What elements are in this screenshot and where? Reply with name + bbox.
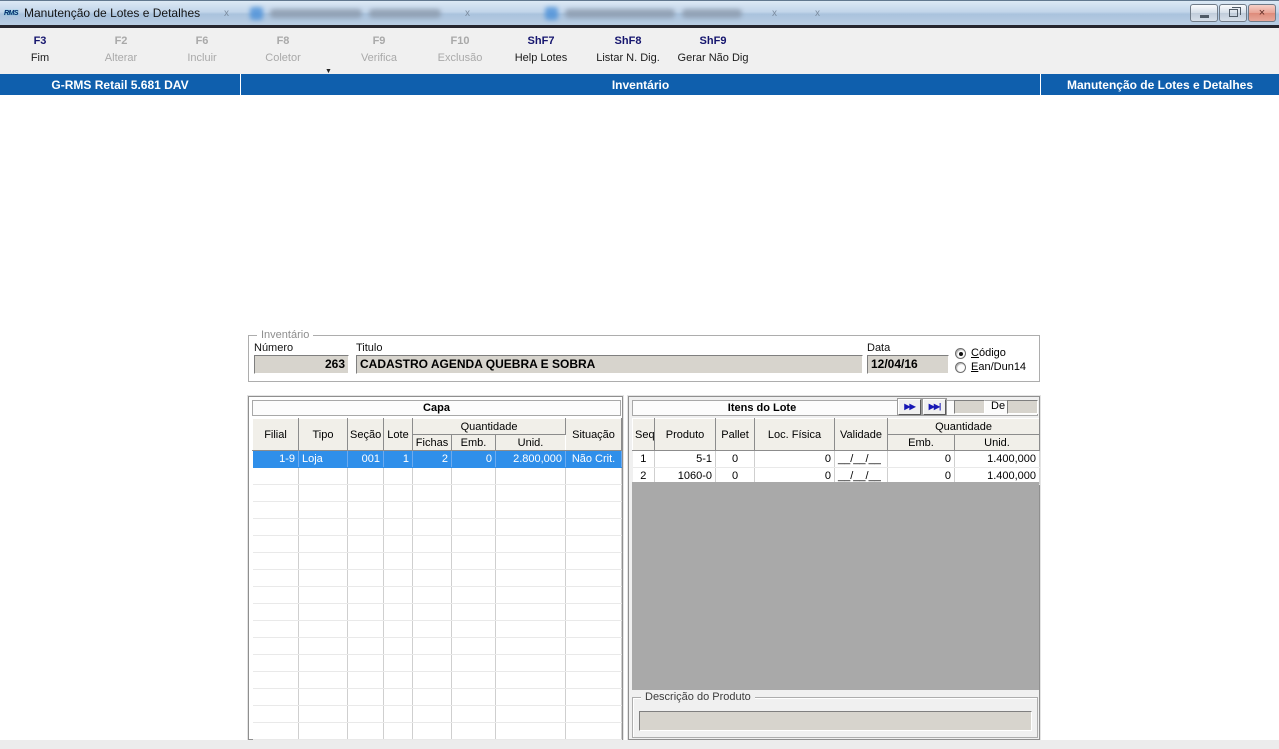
itens-col-seq[interactable]: Seq — [632, 418, 655, 451]
capa-empty-row[interactable] — [252, 620, 623, 638]
capa-empty-row[interactable] — [252, 518, 623, 536]
capa-empty-row[interactable] — [252, 586, 623, 604]
itens-row[interactable]: 1 5-1 0 0 __/__/__ 0 1.400,000 — [632, 450, 1041, 468]
tab-app-icon — [545, 6, 558, 20]
itens-col-quantidade: Quantidade — [886, 418, 1041, 435]
capa-col-situacao[interactable]: Situação — [565, 418, 623, 451]
capa-col-unid[interactable]: Unid. — [494, 434, 567, 451]
itens-col-loc-fisica[interactable]: Loc. Física — [754, 418, 835, 451]
next-page-button[interactable]: ▶▶ — [898, 399, 921, 415]
itens-col-validade[interactable]: Validade — [834, 418, 888, 451]
tab-app-icon — [250, 6, 263, 20]
itens-panel-title: Itens do Lote — [727, 402, 797, 414]
window-title: Manutenção de Lotes e Detalhes — [24, 6, 201, 20]
capa-empty-row[interactable] — [252, 637, 623, 655]
tab-close-icon[interactable]: x — [465, 8, 470, 19]
itens-empty-area — [632, 482, 1039, 690]
capa-panel-title: Capa — [252, 400, 621, 416]
capa-empty-row[interactable] — [252, 535, 623, 553]
titulo-field[interactable]: CADASTRO AGENDA QUEBRA E SOBRA — [356, 355, 863, 374]
app-version-label: G-RMS Retail 5.681 DAV — [0, 74, 241, 95]
status-header-bar: G-RMS Retail 5.681 DAV Inventário Manute… — [0, 74, 1279, 95]
radio-codigo-icon — [955, 347, 966, 359]
numero-field[interactable]: 263 — [254, 355, 349, 374]
minimize-icon — [1199, 15, 1209, 18]
radio-ean-icon — [955, 361, 966, 373]
capa-panel: Capa Filial Tipo Seção Lote Quantidade S… — [248, 396, 623, 740]
toolbar-button-gerar-nao-dig[interactable]: ShF9 Gerar Não Dig — [668, 35, 758, 64]
capa-empty-row[interactable] — [252, 552, 623, 570]
toolbar-button-verifica: F9 Verifica — [360, 35, 398, 64]
capa-row-selected[interactable]: 1-9 Loja 001 1 2 0 2.800,000 Não Crit. — [252, 450, 623, 468]
de-from-field[interactable] — [954, 400, 985, 414]
blurred-tab[interactable] — [545, 5, 742, 21]
rms-logo-icon: RMS — [4, 10, 19, 17]
capa-empty-row[interactable] — [252, 569, 623, 587]
last-page-button[interactable]: ▶▶| — [923, 399, 946, 415]
capa-col-quantidade: Quantidade — [411, 418, 567, 435]
capa-empty-row[interactable] — [252, 671, 623, 689]
itens-table: Seq Produto Pallet Loc. Física Validade … — [632, 418, 1041, 485]
capa-empty-row[interactable] — [252, 467, 623, 485]
toolbar-button-listar-n-dig[interactable]: ShF8 Listar N. Dig. — [585, 35, 671, 64]
capa-col-secao[interactable]: Seção — [347, 418, 384, 451]
main-area: Inventário Número 263 Titulo CADASTRO AG… — [0, 95, 1279, 740]
double-arrow-right-bar-icon: ▶▶| — [928, 402, 942, 411]
capa-empty-row[interactable] — [252, 654, 623, 672]
descricao-group: Descrição do Produto — [632, 691, 1038, 738]
double-arrow-right-icon: ▶▶ — [904, 402, 915, 411]
tab-close-icon[interactable]: x — [224, 8, 229, 19]
toolbar-button-exclusao: F10 Exclusão — [437, 35, 483, 64]
de-to-field[interactable] — [1007, 400, 1038, 414]
screen-label: Manutenção de Lotes e Detalhes — [1066, 77, 1254, 92]
inventario-group: Inventário Número 263 Titulo CADASTRO AG… — [248, 329, 1040, 382]
itens-col-unid[interactable]: Unid. — [953, 434, 1041, 451]
capa-empty-row[interactable] — [252, 501, 623, 519]
descricao-field[interactable] — [639, 711, 1032, 731]
toolbar-button-incluir: F6 Incluir — [187, 35, 217, 64]
module-label: Inventário — [241, 74, 1041, 95]
capa-table-body: 1-9 Loja 001 1 2 0 2.800,000 Não Crit. — [252, 450, 623, 740]
capa-col-fichas[interactable]: Fichas — [412, 434, 452, 451]
itens-col-produto[interactable]: Produto — [654, 418, 716, 451]
capa-empty-row[interactable] — [252, 484, 623, 502]
toolbar-button-coletor: F8 Coletor — [265, 35, 301, 64]
restore-button[interactable] — [1219, 4, 1247, 22]
capa-col-emb[interactable]: Emb. — [451, 434, 496, 451]
capa-empty-row[interactable] — [252, 688, 623, 706]
radio-codigo[interactable]: Código — [955, 347, 1006, 359]
itens-panel: Itens do Lote ▶▶ ▶▶| De Seq Produto Pall… — [628, 396, 1041, 740]
close-button[interactable]: × — [1248, 4, 1276, 22]
de-label: De — [991, 400, 1006, 412]
tab-close-icon[interactable]: x — [772, 8, 777, 19]
tab-close-icon[interactable]: x — [815, 8, 820, 19]
blurred-tab[interactable] — [250, 5, 441, 21]
toolbar-button-help-lotes[interactable]: ShF7 Help Lotes — [505, 35, 577, 64]
toolbar-button-fim[interactable]: F3 Fim — [10, 35, 70, 64]
restore-icon — [1228, 7, 1241, 17]
itens-col-emb[interactable]: Emb. — [887, 434, 955, 451]
capa-table: Filial Tipo Seção Lote Quantidade Situaç… — [252, 418, 623, 740]
capa-empty-row[interactable] — [252, 603, 623, 621]
titulo-label: Titulo — [356, 342, 383, 354]
capa-col-tipo[interactable]: Tipo — [298, 418, 348, 451]
data-label: Data — [867, 342, 891, 354]
radio-ean-dun14[interactable]: Ean/Dun14 — [955, 361, 1026, 373]
capa-empty-row[interactable] — [252, 722, 623, 740]
descricao-group-label: Descrição do Produto — [641, 691, 755, 703]
capa-col-filial[interactable]: Filial — [252, 418, 299, 451]
toolbar: F3 Fim F2 Alterar F6 Incluir F8 Coletor … — [0, 28, 1279, 75]
bottom-strip — [0, 740, 1279, 749]
itens-table-body: 1 5-1 0 0 __/__/__ 0 1.400,000 2 1060-0 … — [632, 450, 1041, 485]
numero-label: Número — [254, 342, 294, 354]
minimize-button[interactable] — [1190, 4, 1218, 22]
capa-col-lote[interactable]: Lote — [383, 418, 413, 451]
close-icon: × — [1258, 7, 1266, 19]
toolbar-button-alterar: F2 Alterar — [104, 35, 138, 64]
inventario-group-label: Inventário — [257, 329, 314, 341]
title-bar: RMS Manutenção de Lotes e Detalhes x x x… — [0, 0, 1279, 25]
capa-empty-row[interactable] — [252, 705, 623, 723]
itens-col-pallet[interactable]: Pallet — [715, 418, 755, 451]
data-field[interactable]: 12/04/16 — [867, 355, 949, 374]
